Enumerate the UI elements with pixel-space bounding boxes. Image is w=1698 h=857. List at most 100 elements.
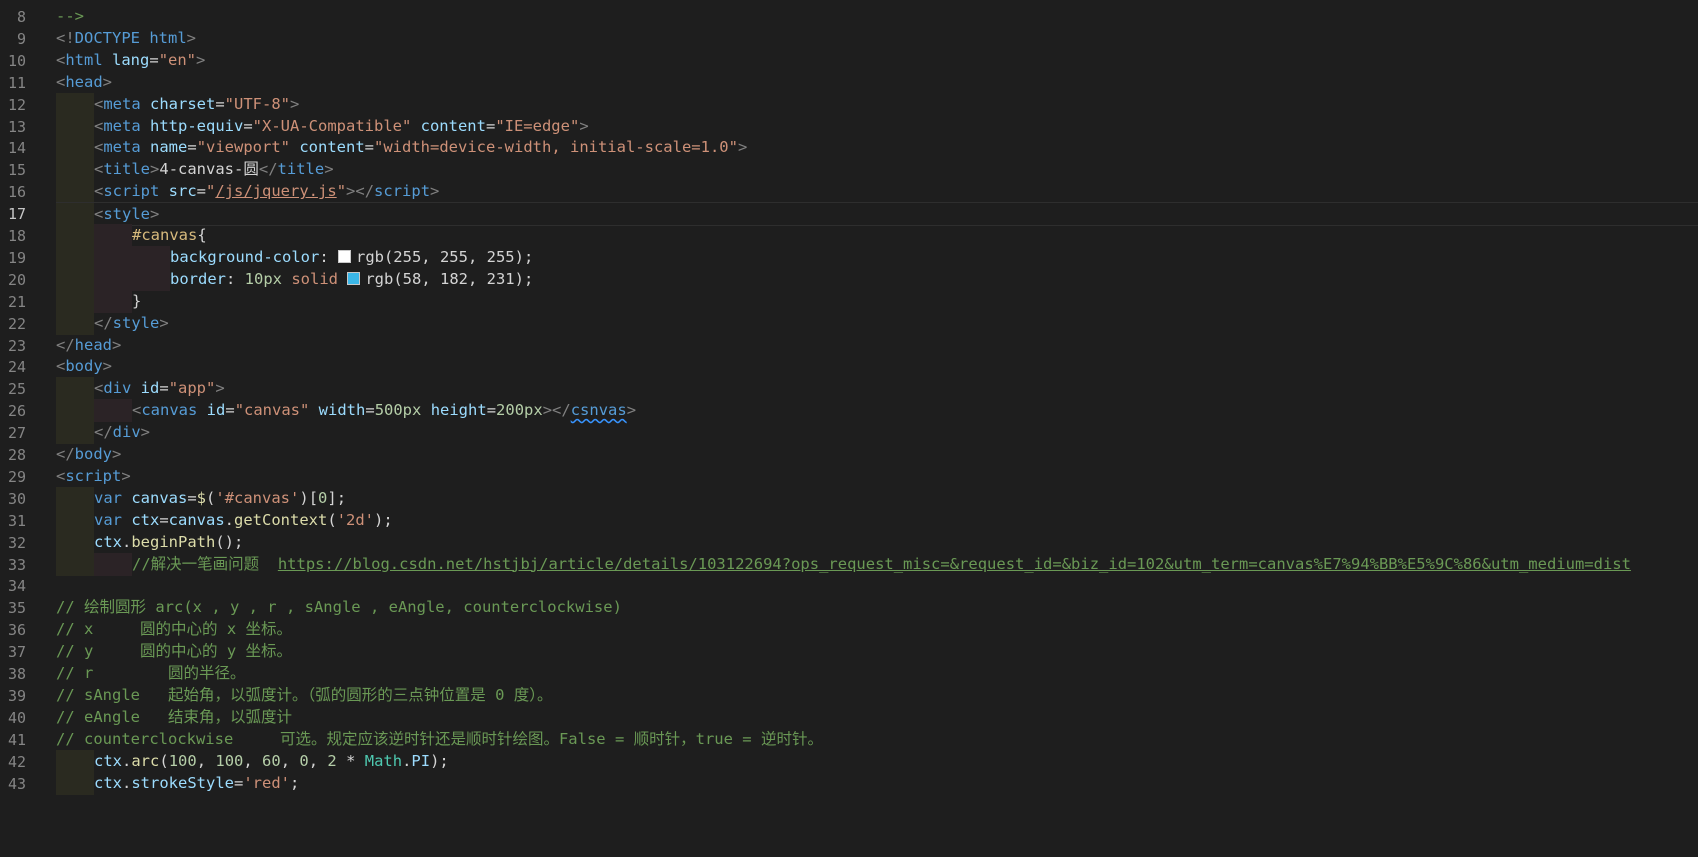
code-token: >: [626, 401, 637, 420]
code-line[interactable]: <meta name="viewport" content="width=dev…: [56, 136, 1698, 160]
code-line[interactable]: var canvas=$('#canvas')[0];: [56, 486, 1698, 511]
code-token: ;: [290, 773, 300, 792]
indent-guide: [56, 224, 94, 247]
code-line[interactable]: }: [56, 289, 1698, 314]
code-line[interactable]: <meta charset="UTF-8">: [56, 92, 1698, 117]
code-token: =: [196, 182, 207, 201]
code-line[interactable]: background-color: rgb(255, 255, 255);: [56, 245, 1698, 270]
code-line[interactable]: [56, 574, 1698, 598]
code-token: ,: [196, 751, 216, 770]
code-token: // r 圆的半径。: [56, 664, 246, 682]
comment-link[interactable]: https://blog.csdn.net/hstjbj/article/det…: [278, 555, 1631, 573]
indent-guide: [56, 180, 94, 204]
code-token: ();: [215, 532, 244, 551]
code-editor[interactable]: 8 9 10 11 12 13 14 15 16 17 18 19 20 21 22 23 24 25 26 27 28…: [0, 0, 1698, 857]
indent-guide: [94, 399, 132, 423]
code-token: ctx: [122, 510, 160, 529]
line-number: 26: [7, 402, 26, 421]
code-line[interactable]: var ctx=canvas.getContext('2d');: [56, 508, 1698, 533]
code-token: Math: [364, 751, 403, 770]
code-line[interactable]: border: 10px solid rgb(58, 182, 231);: [56, 267, 1698, 292]
code-line[interactable]: // r 圆的半径。: [56, 662, 1698, 686]
code-line[interactable]: -->: [56, 5, 1698, 29]
indent-guide: [56, 289, 94, 313]
code-line[interactable]: <html lang="en">: [56, 49, 1698, 73]
code-line[interactable]: // x 圆的中心的 x 坐标。: [56, 618, 1698, 642]
color-swatch-icon[interactable]: [337, 249, 351, 263]
code-token: arc: [131, 751, 160, 770]
indent-guide: [56, 552, 94, 576]
code-token: =: [187, 138, 197, 157]
line-number: 13: [7, 117, 26, 136]
code-line[interactable]: </style>: [56, 311, 1698, 336]
code-token: head: [65, 72, 103, 91]
code-line[interactable]: // sAngle 起始角，以弧度计。（弧的圆形的三点钟位置是 0 度）。: [56, 684, 1698, 708]
line-number: 35: [7, 599, 26, 618]
line-number: 30: [7, 489, 26, 508]
code-token: rgb(255, 255, 255);: [355, 247, 534, 266]
code-line[interactable]: </body>: [56, 443, 1698, 467]
code-token: )[: [299, 488, 319, 507]
code-token: 500px: [374, 401, 422, 420]
code-token: <: [132, 401, 142, 420]
color-swatch-icon[interactable]: [347, 271, 361, 285]
code-line[interactable]: <head>: [56, 71, 1698, 95]
code-token: >: [112, 335, 122, 354]
code-line[interactable]: // eAngle 结束角，以弧度计: [56, 706, 1698, 730]
line-number: 37: [7, 643, 26, 662]
indent-guide: [56, 486, 94, 510]
code-token: 0: [318, 488, 328, 507]
code-token: // y 圆的中心的 y 坐标。: [56, 642, 292, 661]
indent-guide: [56, 92, 94, 116]
code-line[interactable]: ctx.arc(100, 100, 60, 0, 2 * Math.PI);: [56, 749, 1698, 774]
code-line[interactable]: <script src="/js/jquery.js"></script>: [56, 180, 1698, 204]
code-line[interactable]: </head>: [56, 334, 1698, 358]
code-line[interactable]: #canvas{: [56, 224, 1698, 248]
indent-guide: [56, 158, 94, 182]
code-token: >: [430, 182, 440, 201]
code-token: >: [186, 28, 197, 47]
code-token: ctx: [94, 532, 122, 551]
code-token: 10px: [244, 269, 282, 288]
code-token: // sAngle 起始角，以弧度计。（弧的圆形的三点钟位置是 0 度）。: [56, 685, 553, 704]
code-line[interactable]: <body>: [56, 355, 1698, 379]
code-line[interactable]: ctx.beginPath();: [56, 530, 1698, 555]
code-token: =: [187, 488, 197, 507]
code-line[interactable]: ctx.strokeStyle='red';: [56, 771, 1698, 796]
code-token: // eAngle 结束角，以弧度计: [56, 707, 292, 726]
code-line[interactable]: // y 圆的中心的 y 坐标。: [56, 640, 1698, 664]
code-token: ,: [280, 751, 300, 770]
line-number: 9: [16, 29, 26, 48]
code-line[interactable]: <style>: [56, 202, 1698, 227]
code-token: html: [65, 50, 103, 69]
indent-guide: [56, 399, 94, 423]
code-token: -->: [56, 7, 84, 25]
code-line[interactable]: </div>: [56, 421, 1698, 445]
code-token: canvas: [122, 488, 188, 507]
code-token: =: [225, 401, 235, 420]
code-token: =: [485, 116, 496, 135]
code-token: ": [336, 182, 347, 201]
code-line[interactable]: <div id="app">: [56, 377, 1698, 401]
code-token: =: [365, 401, 375, 420]
code-line[interactable]: // counterclockwise 可选。规定应该逆时针还是顺时针绘图。Fa…: [56, 728, 1698, 752]
code-token: script: [65, 466, 122, 485]
line-number: 40: [7, 708, 26, 727]
code-line[interactable]: // 绘制圆形 arc(x , y , r , sAngle , eAngle,…: [56, 596, 1698, 620]
line-number: 25: [7, 380, 26, 399]
line-number: 10: [7, 51, 26, 70]
code-line[interactable]: <script>: [56, 465, 1698, 489]
code-token: lang: [102, 50, 150, 69]
code-token: '#canvas': [215, 488, 300, 507]
code-line[interactable]: <canvas id="canvas" width=500px height=2…: [56, 399, 1698, 423]
code-line[interactable]: //解决一笔画问题 https://blog.csdn.net/hstjbj/a…: [56, 552, 1698, 577]
line-number: 17: [7, 205, 26, 224]
code-token: id: [131, 379, 160, 398]
code-line[interactable]: <meta http-equiv="X-UA-Compatible" conte…: [56, 114, 1698, 139]
code-line[interactable]: <title>4-canvas-圆</title>: [56, 158, 1698, 182]
code-token: content: [411, 116, 486, 135]
code-token: <: [94, 160, 104, 179]
code-line[interactable]: <!DOCTYPE html>: [56, 27, 1698, 51]
code-token: }: [132, 291, 142, 310]
code-token: csnvas: [570, 401, 627, 420]
